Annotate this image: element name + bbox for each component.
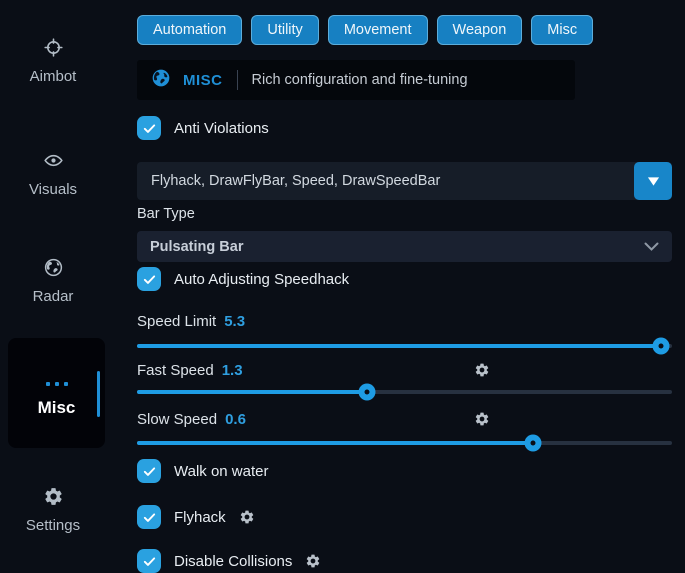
slider-slow-speed[interactable] xyxy=(137,441,672,445)
sidebar-item-misc-selected[interactable]: Misc xyxy=(8,338,105,448)
checkbox-label: Auto Adjusting Speedhack xyxy=(174,271,349,288)
checkbox-label: Walk on water xyxy=(174,463,268,480)
ellipsis-icon xyxy=(46,382,68,386)
checkbox-checked-icon[interactable] xyxy=(137,549,161,573)
section-title: MISC xyxy=(183,72,223,89)
slider-fast-speed[interactable] xyxy=(137,390,672,394)
triangle-down-icon xyxy=(647,176,660,187)
slider-value: 0.6 xyxy=(225,411,246,428)
sidebar-item-label: Aimbot xyxy=(0,68,106,85)
checkbox-checked-icon[interactable] xyxy=(137,459,161,483)
main-panel: Automation Utility Movement Weapon Misc … xyxy=(137,0,672,563)
gear-icon[interactable] xyxy=(474,362,490,378)
slider-label-row-slow-speed: Slow Speed 0.6 xyxy=(137,410,672,428)
checkbox-label: Disable Collisions xyxy=(174,553,292,570)
crosshair-icon xyxy=(43,45,64,62)
checkbox-flyhack[interactable]: Flyhack xyxy=(137,505,255,529)
checkbox-auto-adjusting-speedhack[interactable]: Auto Adjusting Speedhack xyxy=(137,267,349,291)
chevron-down-icon xyxy=(644,242,659,251)
checkbox-disable-collisions[interactable]: Disable Collisions xyxy=(137,549,321,573)
sidebar-item-aimbot[interactable]: Aimbot xyxy=(0,37,106,85)
globe-icon xyxy=(43,265,64,282)
divider xyxy=(237,70,238,90)
section-header: MISC Rich configuration and fine-tuning xyxy=(137,60,575,100)
checkbox-checked-icon[interactable] xyxy=(137,505,161,529)
checkbox-walk-on-water[interactable]: Walk on water xyxy=(137,459,268,483)
section-subtitle: Rich configuration and fine-tuning xyxy=(252,72,468,88)
gear-icon[interactable] xyxy=(474,411,490,427)
globe-icon xyxy=(151,68,171,93)
slider-label-row-fast-speed: Fast Speed 1.3 xyxy=(137,361,672,379)
bar-type-label: Bar Type xyxy=(137,206,195,222)
sidebar-item-radar[interactable]: Radar xyxy=(0,257,106,305)
slider-fill xyxy=(137,441,533,445)
slider-thumb[interactable] xyxy=(359,384,376,401)
tab-weapon[interactable]: Weapon xyxy=(437,15,523,45)
gear-icon xyxy=(43,494,64,511)
slider-value: 5.3 xyxy=(224,313,245,330)
dropdown-open-button[interactable] xyxy=(634,162,672,200)
slider-fill xyxy=(137,390,367,394)
checkbox-checked-icon[interactable] xyxy=(137,116,161,140)
sidebar-item-label: Misc xyxy=(8,398,105,418)
gear-icon[interactable] xyxy=(239,509,255,525)
slider-label-row-speed-limit: Speed Limit 5.3 xyxy=(137,312,672,330)
checkbox-label: Flyhack xyxy=(174,509,226,526)
category-tabs: Automation Utility Movement Weapon Misc xyxy=(137,15,593,45)
bar-flags-multiselect[interactable]: Flyhack, DrawFlyBar, Speed, DrawSpeedBar xyxy=(137,162,672,200)
sidebar-item-label: Visuals xyxy=(0,181,106,198)
slider-thumb[interactable] xyxy=(653,338,670,355)
selected-accent-bar xyxy=(97,371,100,417)
tab-utility[interactable]: Utility xyxy=(251,15,318,45)
eye-icon xyxy=(43,158,64,175)
gear-icon[interactable] xyxy=(305,553,321,569)
sidebar-item-label: Settings xyxy=(0,517,106,534)
slider-fill xyxy=(137,344,661,348)
sidebar-item-label: Radar xyxy=(0,288,106,305)
slider-label: Speed Limit xyxy=(137,313,216,330)
sidebar-item-settings[interactable]: Settings xyxy=(0,486,106,534)
tab-misc[interactable]: Misc xyxy=(531,15,593,45)
bar-type-select[interactable]: Pulsating Bar xyxy=(137,231,672,262)
slider-label: Fast Speed xyxy=(137,362,214,379)
checkbox-checked-icon[interactable] xyxy=(137,267,161,291)
multiselect-value: Flyhack, DrawFlyBar, Speed, DrawSpeedBar xyxy=(137,173,634,189)
checkbox-anti-violations[interactable]: Anti Violations xyxy=(137,116,269,140)
sidebar: Aimbot Visuals Radar Misc xyxy=(0,0,112,563)
tab-movement[interactable]: Movement xyxy=(328,15,428,45)
sidebar-item-visuals[interactable]: Visuals xyxy=(0,150,106,198)
slider-value: 1.3 xyxy=(222,362,243,379)
select-value: Pulsating Bar xyxy=(150,239,644,255)
slider-label: Slow Speed xyxy=(137,411,217,428)
slider-speed-limit[interactable] xyxy=(137,344,672,348)
slider-thumb[interactable] xyxy=(524,435,541,452)
checkbox-label: Anti Violations xyxy=(174,120,269,137)
tab-automation[interactable]: Automation xyxy=(137,15,242,45)
